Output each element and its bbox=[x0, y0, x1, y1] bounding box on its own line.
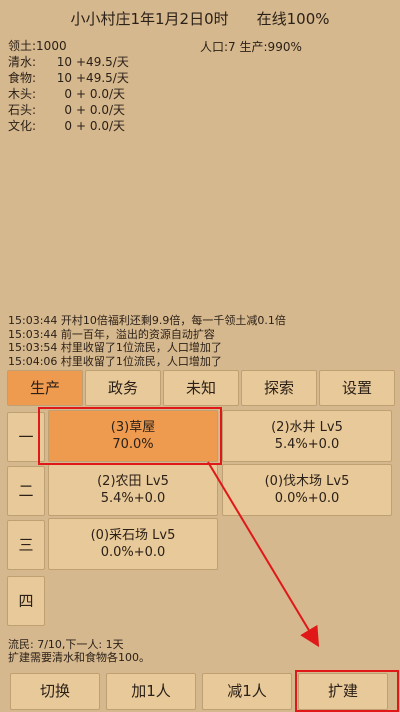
tier-2-button[interactable]: 二 bbox=[7, 466, 45, 516]
resource-row-water: 清水: 10 +49.5/天 bbox=[8, 54, 129, 70]
status-panel: 流民: 7/10,下一人: 1天 扩建需要清水和食物各100。 bbox=[8, 638, 150, 664]
territory-row: 领土:1000 bbox=[8, 38, 128, 54]
building-farmland[interactable]: (2)农田 Lv5 5.4%+0.0 bbox=[48, 464, 218, 516]
log-line: 15:03:54 村里收留了1位流民，人口增加了 bbox=[8, 341, 222, 354]
resource-row-food: 食物: 10 +49.5/天 bbox=[8, 70, 129, 86]
resource-rate: + 0.0/天 bbox=[76, 119, 125, 133]
resource-panel: 领土:1000 清水: 10 +49.5/天 食物: 10 +49.5/天 木头: 0 + … bbox=[8, 38, 129, 134]
building-name: (2)农田 Lv5 bbox=[97, 474, 169, 489]
resource-rate: +49.5/天 bbox=[76, 55, 129, 69]
online-status: 在线100% bbox=[256, 10, 330, 28]
resource-amount: 0 bbox=[64, 103, 72, 117]
tab-production[interactable]: 生产 bbox=[7, 370, 83, 406]
building-name: (2)水井 Lv5 bbox=[271, 420, 343, 435]
refugee-status: 流民: 7/10,下一人: 1天 bbox=[8, 638, 124, 651]
resource-label: 清水: bbox=[8, 55, 37, 69]
tab-settings[interactable]: 设置 bbox=[319, 370, 395, 406]
header-title: 小小村庄1年1月2日0时 在线100% bbox=[0, 8, 400, 29]
log-line: 15:03:44 开村10倍福利还剩9.9倍，每一千领土减0.1倍 bbox=[8, 314, 286, 327]
building-value: 0.0%+0.0 bbox=[274, 491, 340, 506]
population: 人口:7 bbox=[200, 40, 236, 54]
building-lumberyard[interactable]: (0)伐木场 Lv5 0.0%+0.0 bbox=[222, 464, 392, 516]
village-date: 小小村庄1年1月2日0时 bbox=[70, 10, 229, 28]
tier-3-button[interactable]: 三 bbox=[7, 520, 45, 570]
resource-rate: + 0.0/天 bbox=[76, 87, 125, 101]
production: 生产:990% bbox=[239, 40, 302, 54]
population-info: 人口:7 生产:990% bbox=[200, 38, 302, 55]
tier-1-button[interactable]: 一 bbox=[7, 412, 45, 462]
resource-row-stone: 石头: 0 + 0.0/天 bbox=[8, 102, 128, 118]
resource-amount: 10 bbox=[56, 55, 72, 69]
building-value: 5.4%+0.0 bbox=[100, 491, 166, 506]
resource-label: 石头: bbox=[8, 103, 37, 117]
tier-4-button[interactable]: 四 bbox=[7, 576, 45, 626]
building-name: (3)草屋 bbox=[110, 420, 156, 435]
tab-bar: 生产 政务 未知 探索 设置 bbox=[7, 370, 397, 406]
building-well[interactable]: (2)水井 Lv5 5.4%+0.0 bbox=[222, 410, 392, 462]
log-line: 15:03:44 前一百年，溢出的资源自动扩容 bbox=[8, 327, 215, 341]
building-name: (0)采石场 Lv5 bbox=[90, 528, 176, 543]
tab-unknown[interactable]: 未知 bbox=[163, 370, 239, 406]
resource-rate: +49.5/天 bbox=[76, 71, 129, 85]
expand-requirement: 扩建需要清水和食物各100。 bbox=[8, 651, 150, 664]
resource-row-wood: 木头: 0 + 0.0/天 bbox=[8, 86, 128, 102]
resource-amount: 10 bbox=[56, 71, 72, 85]
switch-button[interactable]: 切换 bbox=[10, 673, 100, 710]
log-line: 15:04:06 村里收留了1位流民，人口增加了 bbox=[8, 354, 222, 368]
resource-label: 文化: bbox=[8, 119, 37, 133]
event-log: 15:03:44 开村10倍福利还剩9.9倍，每一千领土减0.1倍 15:03:… bbox=[8, 314, 286, 368]
resource-amount: 0 bbox=[64, 87, 72, 101]
add-person-button[interactable]: 加1人 bbox=[106, 673, 196, 710]
tab-government[interactable]: 政务 bbox=[85, 370, 161, 406]
resource-label: 木头: bbox=[8, 87, 37, 101]
building-thatched-hut[interactable]: (3)草屋 70.0% bbox=[48, 410, 218, 462]
building-quarry[interactable]: (0)采石场 Lv5 0.0%+0.0 bbox=[48, 518, 218, 570]
resource-label: 食物: bbox=[8, 71, 37, 85]
resource-rate: + 0.0/天 bbox=[76, 103, 125, 117]
territory: 领土:1000 bbox=[8, 39, 67, 53]
building-name: (0)伐木场 Lv5 bbox=[264, 474, 350, 489]
expand-button[interactable]: 扩建 bbox=[298, 673, 388, 710]
building-value: 0.0%+0.0 bbox=[100, 545, 166, 560]
building-value: 70.0% bbox=[112, 437, 154, 452]
remove-person-button[interactable]: 减1人 bbox=[202, 673, 292, 710]
tab-explore[interactable]: 探索 bbox=[241, 370, 317, 406]
resource-amount: 0 bbox=[64, 119, 72, 133]
building-value: 5.4%+0.0 bbox=[274, 437, 340, 452]
resource-row-culture: 文化: 0 + 0.0/天 bbox=[8, 118, 128, 134]
